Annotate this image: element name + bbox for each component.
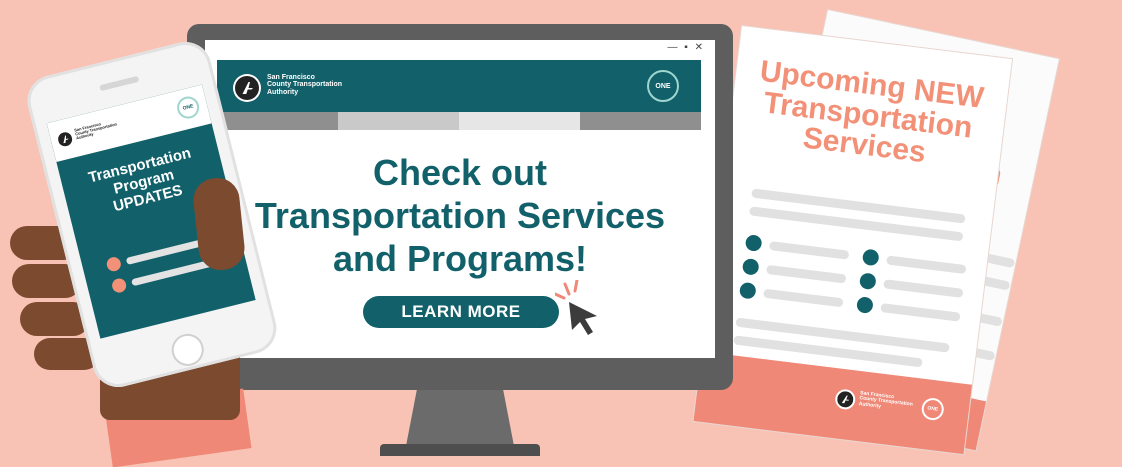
- nav-item[interactable]: [217, 112, 338, 130]
- flyer-front: Upcoming NEW Transportation Services San…: [693, 26, 1012, 455]
- nav-item[interactable]: [338, 112, 459, 130]
- text-line: [880, 303, 961, 322]
- home-button[interactable]: [168, 330, 208, 370]
- text-line: [768, 241, 850, 260]
- phone-org-name: San Francisco County Transportation Auth…: [73, 121, 118, 141]
- monitor-base: [380, 444, 540, 456]
- bullet-dot: [741, 257, 760, 276]
- browser-window: — ▪ ✕ San Francisco County Transportatio…: [205, 40, 715, 358]
- bullet-dot: [744, 234, 763, 252]
- bullet-dot: [738, 281, 757, 300]
- one-badge-icon[interactable]: ONE: [647, 70, 679, 102]
- site-header: San Francisco County Transportation Auth…: [217, 60, 701, 112]
- nav-item[interactable]: [459, 112, 580, 130]
- sfcta-logo-icon[interactable]: [233, 74, 261, 102]
- phone-speaker: [99, 75, 140, 92]
- text-line: [763, 288, 844, 308]
- flyer-title: Upcoming NEW Transportation Services: [758, 54, 986, 170]
- nav-item[interactable]: [580, 112, 701, 130]
- flyer-org-name: San Francisco County Transportation Auth…: [858, 390, 914, 410]
- bullet-dot: [858, 272, 877, 291]
- bullet-dot: [105, 255, 123, 273]
- learn-more-button[interactable]: LEARN MORE: [363, 296, 559, 328]
- hero-headline: Check out Transportation Services and Pr…: [254, 152, 666, 279]
- bullet-dot: [861, 248, 880, 267]
- one-badge-icon: ONE: [174, 94, 202, 121]
- sfcta-logo-icon: [55, 129, 75, 149]
- bullet-dot: [855, 296, 874, 314]
- flyer-footer: San Francisco County Transportation Auth…: [693, 351, 972, 455]
- text-line: [765, 264, 847, 284]
- site-org-name: San Francisco County Transportation Auth…: [267, 74, 343, 96]
- text-line: [883, 279, 964, 298]
- sfcta-logo-icon: [834, 388, 857, 411]
- monitor-stand: [406, 390, 514, 446]
- window-controls[interactable]: — ▪ ✕: [668, 42, 705, 53]
- text-line: [886, 255, 967, 275]
- site-nav: [217, 112, 701, 130]
- cursor-pointer-icon: [555, 280, 597, 335]
- bullet-dot: [110, 277, 128, 295]
- one-badge-icon: ONE: [920, 396, 945, 422]
